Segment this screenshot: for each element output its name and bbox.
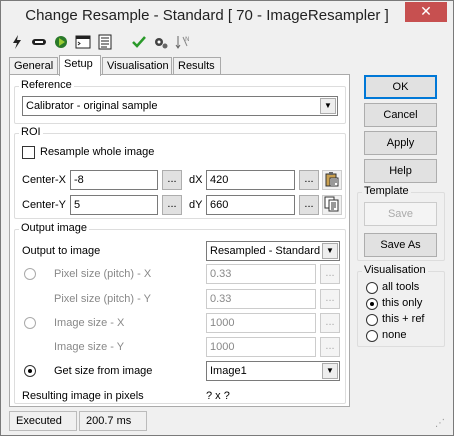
vis-label-none: none <box>382 329 407 341</box>
pixel-x-label: Pixel size (pitch) - X <box>54 268 152 280</box>
chevron-down-icon: ▼ <box>322 363 338 379</box>
template-save-button[interactable]: Save <box>364 202 437 226</box>
cancel-button[interactable]: Cancel <box>364 103 437 127</box>
tab-results[interactable]: Results <box>173 57 221 75</box>
template-group-label: Template <box>362 185 411 197</box>
vis-radio-this-ref[interactable] <box>366 314 378 326</box>
image-y-field[interactable]: 1000 <box>206 337 316 357</box>
vis-radio-this-only[interactable] <box>366 298 378 310</box>
vis-label-all-tools: all tools <box>382 281 420 293</box>
apply-button[interactable]: Apply <box>364 131 437 155</box>
status-state: Executed <box>9 411 77 431</box>
get-size-radio[interactable] <box>24 365 36 377</box>
image-x-browse-button[interactable]: ... <box>320 313 340 333</box>
close-button[interactable]: ✕ <box>405 2 447 22</box>
resize-grip-icon[interactable]: ⋰ <box>435 418 445 429</box>
dy-label: dY <box>189 199 203 211</box>
ok-button[interactable]: OK <box>364 75 437 99</box>
center-x-browse-button[interactable]: ... <box>162 170 182 190</box>
output-group: Output image Output to image Resampled -… <box>14 222 346 404</box>
reference-select[interactable]: Calibrator - original sample ▼ <box>22 96 338 116</box>
output-group-label: Output image <box>19 222 90 234</box>
reference-group-label: Reference <box>19 79 74 91</box>
window-title: Change Resample - Standard [ 70 - ImageR… <box>25 7 389 24</box>
title-bar[interactable]: Change Resample - Standard [ 70 - ImageR… <box>1 1 453 31</box>
reference-select-value: Calibrator - original sample <box>26 100 158 112</box>
get-size-label: Get size from image <box>54 365 153 377</box>
paste-icon[interactable] <box>322 170 342 190</box>
image-y-browse-button[interactable]: ... <box>320 337 340 357</box>
pixel-x-field[interactable]: 0.33 <box>206 264 316 284</box>
visualisation-group: Visualisation all tools this only this +… <box>357 264 445 347</box>
tab-setup[interactable]: Setup <box>59 55 101 76</box>
vis-radio-all-tools[interactable] <box>366 282 378 294</box>
center-y-field[interactable]: 5 <box>70 195 158 215</box>
dy-browse-button[interactable]: ... <box>299 195 319 215</box>
list-icon[interactable] <box>97 34 113 50</box>
resample-whole-checkbox[interactable] <box>22 146 35 159</box>
image-x-field[interactable]: 1000 <box>206 313 316 333</box>
status-bar: Executed 200.7 ms ⋰ <box>9 411 445 431</box>
output-to-select[interactable]: Resampled - Standard ▼ <box>206 241 340 261</box>
sort-icon[interactable]: N <box>175 34 191 50</box>
reference-group: Reference Calibrator - original sample ▼ <box>14 79 346 124</box>
image-y-label: Image size - Y <box>54 341 125 353</box>
dx-label: dX <box>189 174 203 186</box>
check-icon[interactable] <box>131 34 147 50</box>
lightning-icon[interactable] <box>9 34 25 50</box>
pixel-x-browse-button[interactable]: ... <box>320 264 340 284</box>
setup-panel: Reference Calibrator - original sample ▼… <box>9 74 350 407</box>
svg-text:N: N <box>185 36 190 43</box>
visualisation-group-label: Visualisation <box>362 264 428 276</box>
vis-label-this-only: this only <box>382 297 423 309</box>
template-group: Template Save Save As <box>357 185 445 261</box>
vis-radio-none[interactable] <box>366 330 378 342</box>
vis-label-this-ref: this + ref <box>382 313 425 325</box>
get-size-value: Image1 <box>210 365 247 377</box>
dialog-window: Change Resample - Standard [ 70 - ImageR… <box>0 0 454 436</box>
output-to-label: Output to image <box>22 245 101 257</box>
toolbar: N <box>9 33 209 53</box>
chevron-down-icon: ▼ <box>322 243 338 259</box>
chevron-down-icon: ▼ <box>320 98 336 114</box>
center-x-label: Center-X <box>22 174 67 186</box>
dx-browse-button[interactable]: ... <box>299 170 319 190</box>
dy-field[interactable]: 660 <box>206 195 295 215</box>
console-icon[interactable] <box>75 34 91 50</box>
pixel-size-radio[interactable] <box>24 268 36 280</box>
help-button[interactable]: Help <box>364 159 437 183</box>
output-to-value: Resampled - Standard <box>210 245 321 257</box>
settings-icon[interactable] <box>153 34 169 50</box>
copy-icon[interactable] <box>322 195 342 215</box>
pixel-y-browse-button[interactable]: ... <box>320 289 340 309</box>
get-size-select[interactable]: Image1 ▼ <box>206 361 340 381</box>
dx-field[interactable]: 420 <box>206 170 295 190</box>
status-time: 200.7 ms <box>79 411 147 431</box>
roi-group: ROI Resample whole image Center-X -8 ...… <box>14 126 346 219</box>
tab-general[interactable]: General <box>9 57 58 75</box>
pixel-y-field[interactable]: 0.33 <box>206 289 316 309</box>
template-save-as-button[interactable]: Save As <box>364 233 437 257</box>
link-icon[interactable] <box>31 34 47 50</box>
center-y-label: Center-Y <box>22 199 67 211</box>
roi-group-label: ROI <box>19 126 43 138</box>
result-value: ? x ? <box>206 390 230 402</box>
image-x-label: Image size - X <box>54 317 125 329</box>
center-x-field[interactable]: -8 <box>70 170 158 190</box>
result-label: Resulting image in pixels <box>22 390 144 402</box>
pixel-y-label: Pixel size (pitch) - Y <box>54 293 151 305</box>
resample-whole-label: Resample whole image <box>40 146 155 158</box>
image-size-radio[interactable] <box>24 317 36 329</box>
tab-visualisation[interactable]: Visualisation <box>102 57 172 75</box>
center-y-browse-button[interactable]: ... <box>162 195 182 215</box>
run-icon[interactable] <box>53 34 69 50</box>
